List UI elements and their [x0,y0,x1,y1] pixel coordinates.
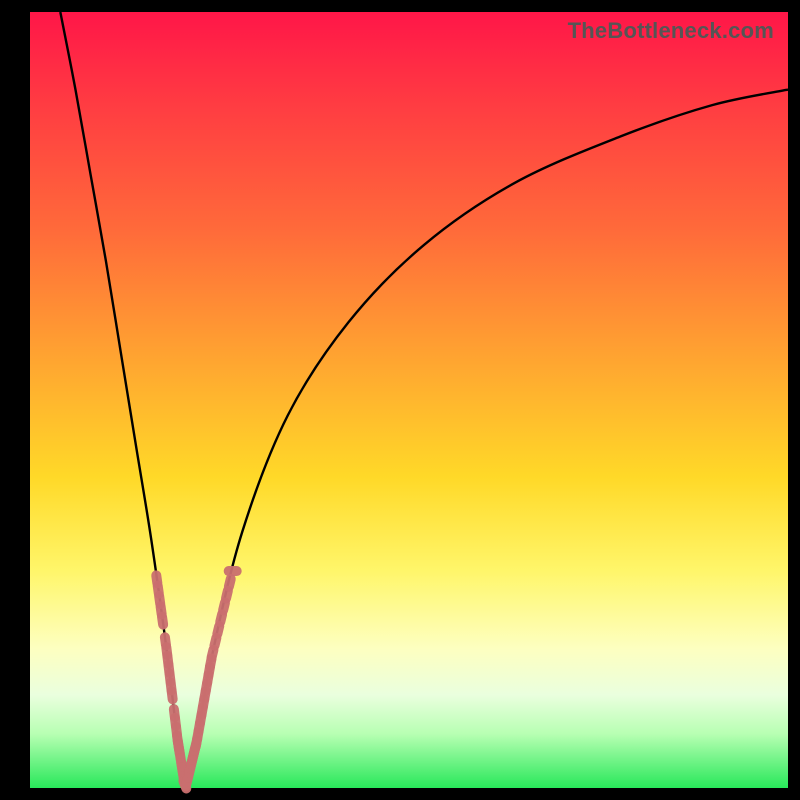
bottleneck-curve [30,12,788,788]
curve-marker-blobs [151,566,242,795]
plot-area: TheBottleneck.com [30,12,788,788]
chart-frame: TheBottleneck.com [0,0,800,800]
